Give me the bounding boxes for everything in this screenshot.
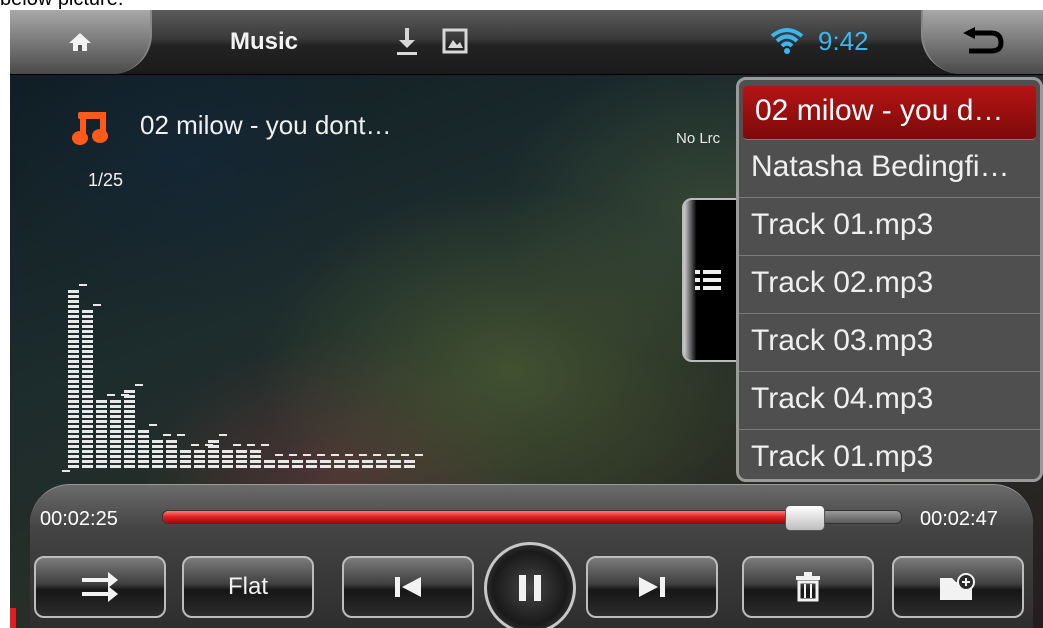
seek-bar-fill (163, 511, 804, 523)
music-player-screen: Music 9:42 02 milow - you dont… 1/25 No … (10, 10, 1043, 628)
total-time: 00:02:47 (920, 508, 998, 530)
next-track-button[interactable] (586, 556, 718, 618)
list-icon (695, 270, 721, 290)
current-time: 00:02:25 (40, 508, 118, 530)
playlist-item[interactable]: Track 03.mp3 (739, 314, 1040, 372)
edge-marker (10, 608, 16, 628)
add-to-folder-icon (940, 573, 975, 600)
home-button[interactable] (10, 10, 152, 74)
delete-button[interactable] (742, 556, 874, 618)
equalizer-preset-button[interactable]: Flat (182, 556, 314, 618)
home-icon (69, 33, 91, 51)
back-icon (963, 27, 1004, 54)
playlist-panel: 02 milow - you d… Natasha Bedingfi… Trac… (736, 77, 1043, 482)
playlist-item[interactable]: Natasha Bedingfi… (739, 140, 1040, 198)
clock: 9:42 (818, 26, 869, 56)
spectrum-visualizer (62, 284, 423, 472)
seek-bar-thumb[interactable] (784, 505, 825, 531)
playlist-item[interactable]: Track 01.mp3 (739, 198, 1040, 256)
next-icon (639, 577, 665, 597)
repeat-icon (82, 572, 118, 602)
download-icon[interactable] (395, 26, 419, 58)
add-to-folder-button[interactable] (892, 556, 1024, 618)
track-title: 02 milow - you dont… (140, 110, 392, 140)
app-title: Music (230, 28, 299, 55)
music-note-icon (72, 112, 108, 145)
previous-track-button[interactable] (342, 556, 474, 618)
playlist-item[interactable]: Track 02.mp3 (739, 256, 1040, 314)
seek-bar[interactable] (162, 505, 902, 531)
play-pause-button[interactable] (484, 542, 576, 628)
previous-icon (395, 577, 421, 597)
playlist-item[interactable]: Track 04.mp3 (739, 372, 1040, 430)
playlist-item-active[interactable]: 02 milow - you d… (743, 86, 1036, 140)
equalizer-preset-label: Flat (227, 573, 268, 600)
back-button[interactable] (921, 10, 1043, 74)
repeat-mode-button[interactable] (34, 556, 166, 618)
wifi-icon (770, 28, 804, 54)
pause-icon (519, 575, 541, 601)
image-icon[interactable] (442, 28, 468, 54)
spectrum-bar (250, 444, 269, 468)
lyrics-status: No Lrc (676, 130, 721, 147)
spectrum-baseline (62, 470, 70, 472)
spectrum-bar (404, 454, 423, 468)
status-bar: Music 9:42 (10, 10, 1043, 75)
spectrum-bar (82, 304, 101, 468)
track-index: 1/25 (88, 170, 124, 190)
playlist-item[interactable]: Track 01.mp3 (739, 430, 1040, 479)
delete-icon (796, 572, 820, 602)
caption-text: below picture. (0, 0, 123, 10)
